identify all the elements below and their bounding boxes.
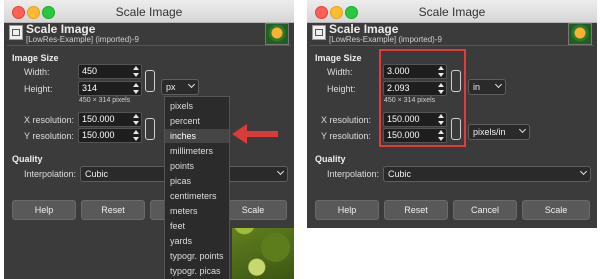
window-title: Scale Image — [418, 5, 486, 19]
y-resolution-value: 150.000 — [82, 130, 115, 140]
interpolation-value: Cubic — [85, 169, 109, 179]
chevron-down-icon — [187, 80, 196, 89]
y-resolution-stepper[interactable] — [133, 130, 139, 141]
chevron-down-icon — [276, 167, 285, 176]
chevron-down-icon — [494, 80, 503, 89]
x-resolution-label: X resolution: — [321, 115, 372, 125]
scale-button[interactable]: Scale — [522, 200, 590, 220]
resolution-unit-select[interactable]: pixels/in — [468, 124, 530, 140]
menu-item-inches[interactable]: inches — [165, 129, 229, 143]
title-bar: Scale Image — [4, 0, 294, 23]
height-label: Height: — [24, 84, 53, 94]
height-label: Height: — [327, 84, 356, 94]
size-unit-value: in — [473, 82, 481, 92]
size-unit-value: px — [166, 82, 176, 92]
divider — [7, 45, 291, 46]
divider — [310, 45, 594, 46]
dialog-title: Scale Image — [26, 22, 96, 36]
width-label: Width: — [327, 67, 353, 77]
dialog-header: Scale Image [LowRes-Example] (imported)-… — [307, 22, 597, 45]
height-input[interactable]: 314 — [78, 81, 142, 96]
menu-item-yards[interactable]: yards — [165, 234, 229, 248]
image-thumbnail — [568, 23, 592, 45]
width-label: Width: — [24, 67, 50, 77]
width-input[interactable]: 450 — [78, 64, 142, 79]
menu-item-typogr-picas[interactable]: typogr. picas — [165, 264, 229, 278]
size-unit-select[interactable]: in — [468, 79, 506, 95]
quality-heading: Quality — [12, 154, 43, 164]
resolution-unit-value: pixels/in — [473, 127, 506, 137]
menu-item-pixels[interactable]: pixels — [165, 99, 229, 113]
chevron-down-icon — [518, 125, 527, 134]
chevron-down-icon — [579, 167, 588, 176]
reset-button[interactable]: Reset — [81, 200, 145, 220]
interpolation-label: Interpolation: — [327, 169, 380, 179]
unit-dropdown-menu: pixels percent inches millimeters points… — [164, 96, 230, 279]
image-size-heading: Image Size — [315, 53, 362, 63]
x-resolution-input[interactable]: 150.000 — [78, 112, 142, 127]
cancel-button[interactable]: Cancel — [453, 200, 517, 220]
scale-image-icon — [312, 25, 326, 40]
reset-button[interactable]: Reset — [384, 200, 448, 220]
left-pointing-arrow-icon — [232, 124, 278, 144]
menu-item-picas[interactable]: picas — [165, 174, 229, 188]
window-title: Scale Image — [115, 5, 183, 19]
width-value: 450 — [82, 66, 98, 76]
quality-heading: Quality — [315, 154, 346, 164]
y-resolution-input[interactable]: 150.000 — [78, 128, 142, 143]
height-value: 314 — [82, 83, 98, 93]
left-screenshot: Scale Image Scale Image [LowRes-Example]… — [4, 0, 294, 279]
interpolation-label: Interpolation: — [24, 169, 77, 179]
x-resolution-value: 150.000 — [82, 114, 115, 124]
y-resolution-label: Y resolution: — [321, 131, 371, 141]
interpolation-select[interactable]: Cubic — [383, 166, 591, 182]
title-bar: Scale Image — [307, 0, 597, 23]
x-resolution-label: X resolution: — [24, 115, 75, 125]
image-subtitle: [LowRes-Example] (imported)-9 — [26, 35, 139, 44]
highlight-box — [379, 49, 466, 147]
help-button[interactable]: Help — [315, 200, 379, 220]
menu-item-millimeters[interactable]: millimeters — [165, 144, 229, 158]
menu-item-typogr-points[interactable]: typogr. points — [165, 249, 229, 263]
menu-item-percent[interactable]: percent — [165, 114, 229, 128]
height-stepper[interactable] — [133, 83, 139, 94]
y-resolution-label: Y resolution: — [24, 131, 74, 141]
help-button[interactable]: Help — [12, 200, 76, 220]
scale-image-dialog: Scale Image Scale Image [LowRes-Example]… — [4, 0, 294, 228]
dialog-header: Scale Image [LowRes-Example] (imported)-… — [4, 22, 294, 45]
pixel-dimensions-note: 450 × 314 pixels — [79, 97, 131, 104]
chain-link-icon[interactable] — [145, 70, 155, 92]
resolution-chain-link-icon[interactable] — [145, 118, 155, 140]
image-size-heading: Image Size — [12, 53, 59, 63]
image-thumbnail — [265, 23, 289, 45]
interpolation-value: Cubic — [388, 169, 412, 179]
menu-item-feet[interactable]: feet — [165, 219, 229, 233]
image-subtitle: [LowRes-Example] (imported)-9 — [329, 35, 442, 44]
size-unit-select[interactable]: px — [161, 79, 199, 95]
menu-item-points[interactable]: points — [165, 159, 229, 173]
dialog-title: Scale Image — [329, 22, 399, 36]
x-resolution-stepper[interactable] — [133, 114, 139, 125]
menu-item-meters[interactable]: meters — [165, 204, 229, 218]
scale-image-icon — [9, 25, 23, 40]
menu-item-centimeters[interactable]: centimeters — [165, 189, 229, 203]
width-stepper[interactable] — [133, 66, 139, 77]
